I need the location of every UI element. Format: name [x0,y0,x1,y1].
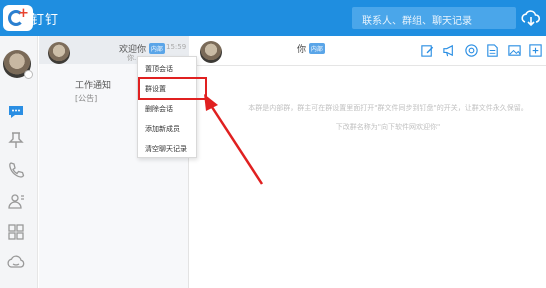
pin-icon[interactable] [6,130,26,150]
group-avatar [48,42,70,64]
megaphone-icon[interactable] [442,43,457,58]
menu-item-pin-conversation[interactable]: 置顶会话 [138,58,196,78]
group-rename-text: 下改群名称为"向下软件网欢迎你" [335,123,441,131]
menu-item-clear-history[interactable]: 清空聊天记录 [138,138,196,158]
chat-title: 你 [297,45,307,55]
chat-panel: 你 内部 本群是内部群，群主可在群设置里面打开"群文件同步到钉盘"的开关，让群文… [190,36,546,288]
title-bar: + 钉钉 联系人、群组、聊天记录 [0,0,546,36]
chat-bubble-icon[interactable] [6,102,26,122]
edit-icon[interactable] [420,43,435,58]
apps-grid-icon[interactable] [6,222,26,242]
work-notice-title[interactable]: 工作通知 [75,78,111,91]
app-name: 钉钉 [31,13,60,28]
chat-avatar[interactable] [200,41,222,63]
cloud-icon[interactable] [6,252,26,272]
work-notice-subtitle: [公告] [75,94,98,103]
internal-tag: 内部 [308,43,325,54]
phone-icon[interactable] [6,160,26,180]
more-icon[interactable] [528,43,543,58]
internal-tag: 内部 [148,43,165,54]
highlight-box [138,77,207,100]
dingtalk-logo[interactable]: + [3,5,33,31]
search-input[interactable]: 联系人、群组、聊天记录 [352,7,516,29]
menu-item-delete-conversation[interactable]: 删除会话 [138,98,196,118]
user-avatar[interactable] [3,50,33,79]
chat-header: 你 内部 [190,36,546,66]
group-notice-text: 本群是内部群，群主可在群设置里面打开"群文件同步到钉盘"的开关，让群文件永久保留… [248,104,528,112]
at-icon[interactable] [464,43,479,58]
contacts-icon[interactable] [6,191,26,211]
conversation-time: 15:59 [166,43,187,51]
nav-rail [0,36,38,288]
file-icon[interactable] [485,43,500,58]
context-menu: 置顶会话 群设置 删除会话 添加新成员 清空聊天记录 [137,56,197,158]
chat-toolbar [420,43,546,61]
menu-item-add-member[interactable]: 添加新成员 [138,118,196,138]
cloud-download-icon[interactable] [520,7,542,29]
dingtalk-window: + 钉钉 联系人、群组、聊天记录 欢迎你 内部 15:59 你... 工作通知 … [0,0,546,288]
image-icon[interactable] [507,43,522,58]
